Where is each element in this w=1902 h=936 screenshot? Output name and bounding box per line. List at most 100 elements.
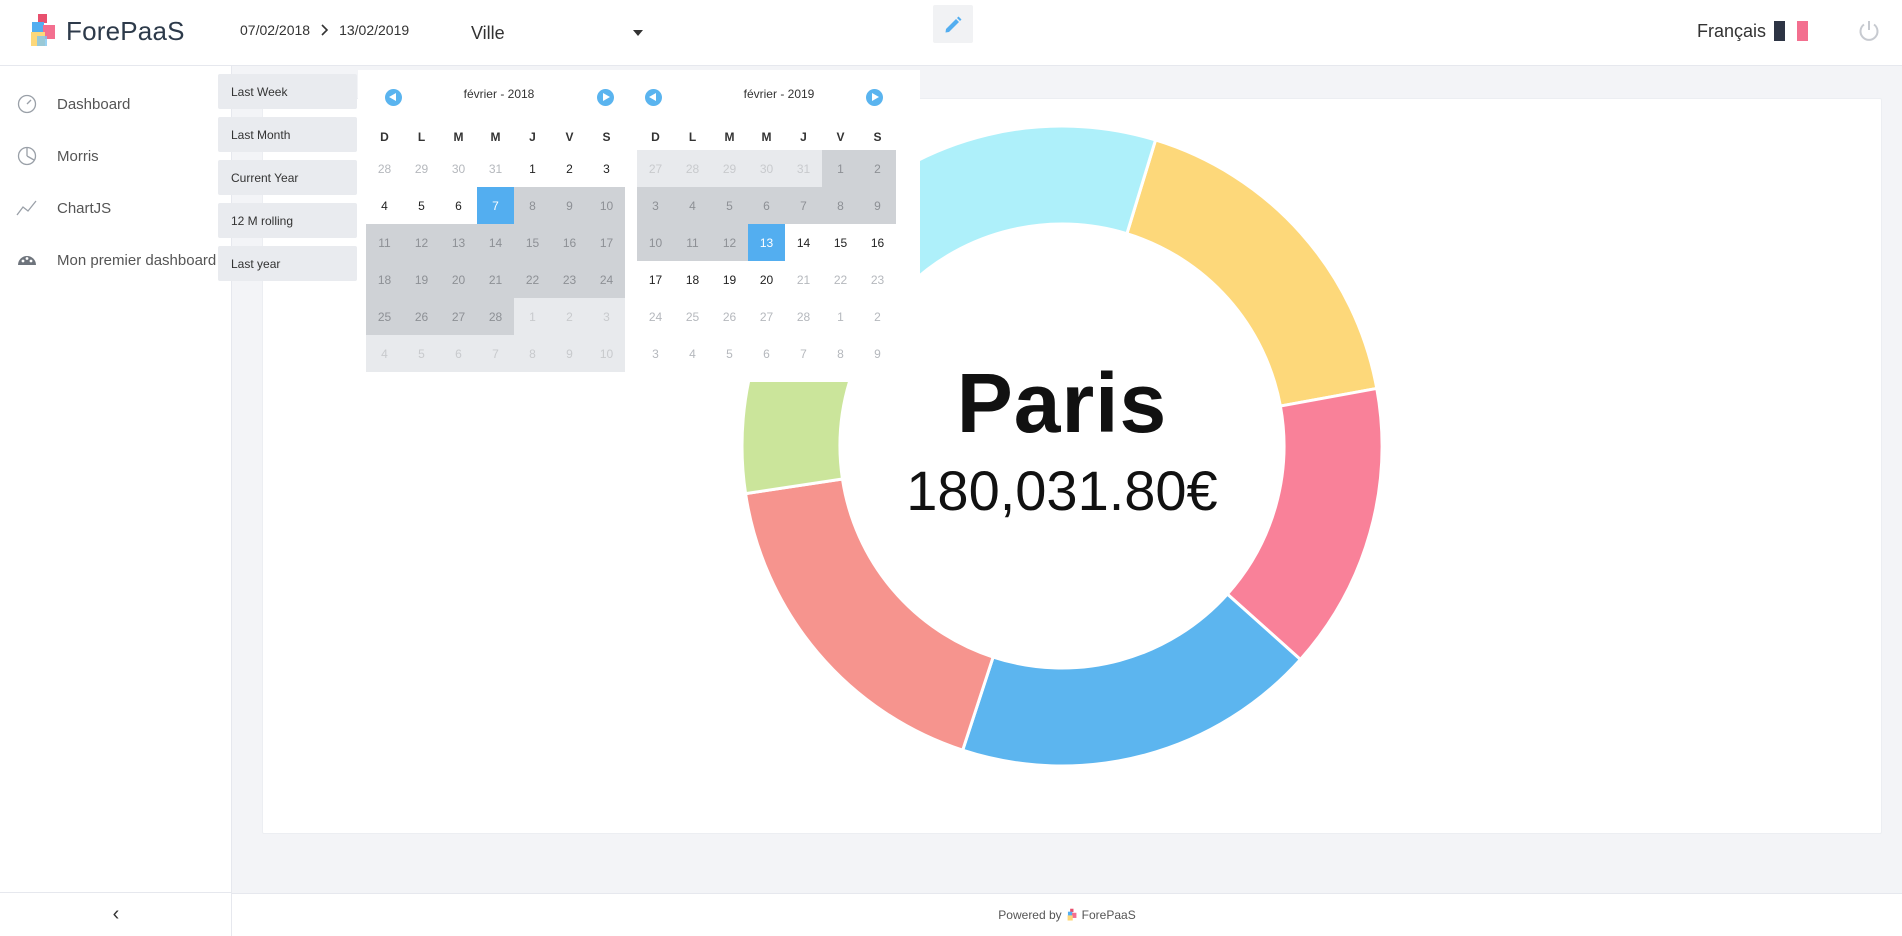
city-filter-select[interactable]: Ville bbox=[471, 20, 647, 46]
next-month-icon[interactable] bbox=[597, 89, 614, 106]
calendar-day[interactable]: 17 bbox=[637, 261, 674, 298]
calendar-day[interactable]: 3 bbox=[588, 150, 625, 187]
calendar-day[interactable]: 28 bbox=[674, 150, 711, 187]
calendar-day[interactable]: 2 bbox=[859, 298, 896, 335]
date-range-picker[interactable]: 07/02/2018 13/02/2019 bbox=[240, 22, 409, 38]
language-selector[interactable]: Français bbox=[1697, 21, 1766, 42]
calendar-day[interactable]: 6 bbox=[748, 335, 785, 372]
donut-slice[interactable] bbox=[960, 591, 1303, 766]
calendar-day[interactable]: 7 bbox=[785, 187, 822, 224]
calendar-day[interactable]: 30 bbox=[748, 150, 785, 187]
calendar-day[interactable]: 12 bbox=[403, 224, 440, 261]
calendar-day-selected[interactable]: 7 bbox=[477, 187, 514, 224]
calendar-day[interactable]: 2 bbox=[859, 150, 896, 187]
calendar-day[interactable]: 6 bbox=[748, 187, 785, 224]
calendar-day[interactable]: 3 bbox=[637, 335, 674, 372]
brand-logo[interactable]: ForePaaS bbox=[28, 12, 185, 50]
calendar-day[interactable]: 6 bbox=[440, 335, 477, 372]
calendar-day[interactable]: 31 bbox=[477, 150, 514, 187]
calendar-day[interactable]: 25 bbox=[366, 298, 403, 335]
calendar-day[interactable]: 9 bbox=[551, 187, 588, 224]
calendar-day[interactable]: 18 bbox=[366, 261, 403, 298]
calendar-day[interactable]: 11 bbox=[366, 224, 403, 261]
calendar-day[interactable]: 5 bbox=[403, 187, 440, 224]
sidebar-item-morris[interactable]: Morris bbox=[0, 136, 232, 176]
calendar-day[interactable]: 14 bbox=[785, 224, 822, 261]
calendar-day[interactable]: 30 bbox=[440, 150, 477, 187]
calendar-day[interactable]: 13 bbox=[440, 224, 477, 261]
calendar-day-selected[interactable]: 13 bbox=[748, 224, 785, 261]
calendar-day[interactable]: 17 bbox=[588, 224, 625, 261]
calendar-day[interactable]: 9 bbox=[859, 187, 896, 224]
calendar-day[interactable]: 14 bbox=[477, 224, 514, 261]
calendar-day[interactable]: 25 bbox=[674, 298, 711, 335]
calendar-day[interactable]: 19 bbox=[403, 261, 440, 298]
preset-last-year[interactable]: Last year bbox=[218, 246, 357, 281]
calendar-day[interactable]: 5 bbox=[711, 187, 748, 224]
preset-12m-rolling[interactable]: 12 M rolling bbox=[218, 203, 357, 238]
calendar-day[interactable]: 12 bbox=[711, 224, 748, 261]
calendar-day[interactable]: 19 bbox=[711, 261, 748, 298]
calendar-day[interactable]: 23 bbox=[551, 261, 588, 298]
calendar-day[interactable]: 9 bbox=[859, 335, 896, 372]
calendar-day[interactable]: 20 bbox=[748, 261, 785, 298]
calendar-day[interactable]: 28 bbox=[366, 150, 403, 187]
calendar-day[interactable]: 29 bbox=[403, 150, 440, 187]
calendar-day[interactable]: 4 bbox=[366, 187, 403, 224]
next-month-icon[interactable] bbox=[866, 89, 883, 106]
sidebar-item-mon-premier-dashboard[interactable]: Mon premier dashboard bbox=[0, 240, 232, 280]
calendar-day[interactable]: 4 bbox=[674, 335, 711, 372]
calendar-day[interactable]: 15 bbox=[822, 224, 859, 261]
calendar-day[interactable]: 21 bbox=[785, 261, 822, 298]
calendar-day[interactable]: 8 bbox=[514, 335, 551, 372]
calendar-day[interactable]: 22 bbox=[514, 261, 551, 298]
calendar-day[interactable]: 18 bbox=[674, 261, 711, 298]
calendar-day[interactable]: 10 bbox=[637, 224, 674, 261]
calendar-day[interactable]: 26 bbox=[403, 298, 440, 335]
french-flag-icon[interactable] bbox=[1774, 21, 1808, 41]
date-start[interactable]: 07/02/2018 bbox=[240, 22, 310, 38]
calendar-day[interactable]: 1 bbox=[822, 150, 859, 187]
calendar-day[interactable]: 28 bbox=[785, 298, 822, 335]
calendar-day[interactable]: 10 bbox=[588, 187, 625, 224]
calendar-day[interactable]: 3 bbox=[637, 187, 674, 224]
calendar-day[interactable]: 24 bbox=[588, 261, 625, 298]
calendar-day[interactable]: 24 bbox=[637, 298, 674, 335]
calendar-day[interactable]: 29 bbox=[711, 150, 748, 187]
edit-button[interactable] bbox=[933, 5, 973, 43]
calendar-day[interactable]: 1 bbox=[514, 150, 551, 187]
power-icon[interactable] bbox=[1856, 18, 1882, 44]
calendar-day[interactable]: 31 bbox=[785, 150, 822, 187]
calendar-day[interactable]: 16 bbox=[859, 224, 896, 261]
preset-current-year[interactable]: Current Year bbox=[218, 160, 357, 195]
calendar-day[interactable]: 6 bbox=[440, 187, 477, 224]
calendar-day[interactable]: 9 bbox=[551, 335, 588, 372]
calendar-day[interactable]: 28 bbox=[477, 298, 514, 335]
sidebar-item-chartjs[interactable]: ChartJS bbox=[0, 188, 232, 228]
calendar-day[interactable]: 5 bbox=[403, 335, 440, 372]
sidebar-item-dashboard[interactable]: Dashboard bbox=[0, 84, 232, 124]
date-end[interactable]: 13/02/2019 bbox=[339, 22, 409, 38]
calendar-day[interactable]: 3 bbox=[588, 298, 625, 335]
calendar-day[interactable]: 20 bbox=[440, 261, 477, 298]
calendar-day[interactable]: 27 bbox=[748, 298, 785, 335]
preset-last-week[interactable]: Last Week bbox=[218, 74, 357, 109]
calendar-day[interactable]: 11 bbox=[674, 224, 711, 261]
calendar-day[interactable]: 16 bbox=[551, 224, 588, 261]
calendar-day[interactable]: 2 bbox=[551, 150, 588, 187]
calendar-day[interactable]: 8 bbox=[514, 187, 551, 224]
calendar-day[interactable]: 1 bbox=[514, 298, 551, 335]
calendar-day[interactable]: 22 bbox=[822, 261, 859, 298]
calendar-day[interactable]: 1 bbox=[822, 298, 859, 335]
calendar-day[interactable]: 10 bbox=[588, 335, 625, 372]
calendar-day[interactable]: 5 bbox=[711, 335, 748, 372]
calendar-day[interactable]: 26 bbox=[711, 298, 748, 335]
calendar-day[interactable]: 15 bbox=[514, 224, 551, 261]
calendar-day[interactable]: 27 bbox=[440, 298, 477, 335]
calendar-day[interactable]: 8 bbox=[822, 187, 859, 224]
calendar-day[interactable]: 7 bbox=[785, 335, 822, 372]
calendar-day[interactable]: 23 bbox=[859, 261, 896, 298]
calendar-day[interactable]: 4 bbox=[366, 335, 403, 372]
calendar-day[interactable]: 8 bbox=[822, 335, 859, 372]
calendar-day[interactable]: 27 bbox=[637, 150, 674, 187]
